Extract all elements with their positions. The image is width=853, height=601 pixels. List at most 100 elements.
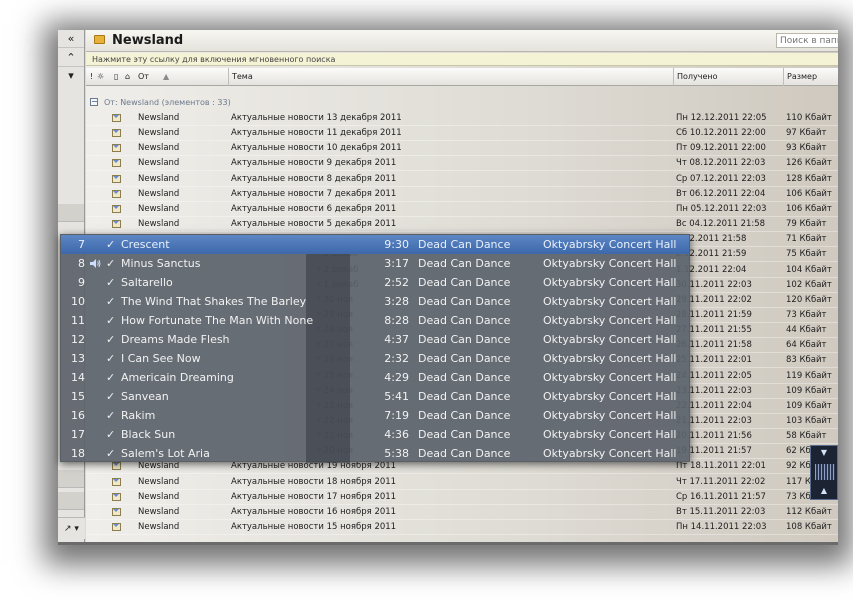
track-duration: 8:28 bbox=[384, 314, 409, 327]
track-artist: Dead Can Dance bbox=[418, 276, 511, 289]
track-checkbox[interactable]: ✓ bbox=[106, 349, 115, 368]
attachment-column-icon[interactable]: ⌂ bbox=[125, 72, 130, 81]
scroll-up-icon[interactable]: ▲ bbox=[817, 486, 831, 495]
track-title: Sanvean bbox=[121, 390, 169, 403]
track-artist: Dead Can Dance bbox=[418, 314, 511, 327]
volume-strip[interactable] bbox=[815, 464, 835, 480]
track-checkbox[interactable]: ✓ bbox=[106, 368, 115, 387]
track-title: Saltarello bbox=[121, 276, 173, 289]
message-received: Ср 16.11.2011 21:57 bbox=[676, 491, 766, 502]
configure-buttons-icon[interactable]: ↗ ▾ bbox=[58, 517, 85, 539]
track-checkbox[interactable]: ✓ bbox=[106, 330, 115, 349]
track-checkbox[interactable]: ✓ bbox=[106, 273, 115, 292]
track-album: Oktyabrsky Concert Hall bbox=[543, 390, 677, 403]
track-checkbox[interactable]: ✓ bbox=[106, 406, 115, 425]
track-duration: 7:19 bbox=[384, 409, 409, 422]
track-title: Minus Sanctus bbox=[121, 257, 201, 270]
track-checkbox[interactable]: ✓ bbox=[106, 235, 115, 254]
message-row[interactable]: Newsland Актуальные новости 5 декабря 201… bbox=[86, 217, 838, 233]
envelope-icon bbox=[112, 204, 121, 213]
track-artist: Dead Can Dance bbox=[418, 428, 511, 441]
nav-pane-item[interactable] bbox=[58, 204, 84, 222]
message-received: Пн 14.11.2011 22:03 bbox=[676, 522, 767, 533]
importance-column-icon[interactable]: ! bbox=[90, 72, 93, 81]
message-row[interactable]: Newsland Актуальные новости 17 ноября 201… bbox=[86, 490, 838, 505]
playlist-track-row[interactable]: 10 ✓ The Wind That Shakes The Barley 3:28 De… bbox=[61, 292, 689, 311]
search-input[interactable] bbox=[776, 33, 838, 48]
message-received: Ср 07.12.2011 22:03 bbox=[676, 173, 766, 184]
track-checkbox[interactable]: ✓ bbox=[106, 311, 115, 330]
playlist-track-row[interactable]: 7 ✓ Crescent 9:30 Dead Can Dance Oktyabrsky C… bbox=[61, 235, 689, 254]
track-album: Oktyabrsky Concert Hall bbox=[543, 314, 677, 327]
nav-up-button[interactable]: ⌃ bbox=[58, 49, 84, 67]
message-row[interactable]: Newsland Актуальные новости 8 декабря 201… bbox=[86, 172, 838, 187]
message-subject: Актуальные новости 10 декабря 2011 bbox=[231, 143, 402, 154]
track-checkbox[interactable]: ✓ bbox=[106, 254, 115, 273]
column-separator[interactable] bbox=[673, 68, 674, 86]
column-received[interactable]: Получено bbox=[677, 72, 718, 81]
envelope-icon bbox=[112, 129, 121, 138]
type-column-icon[interactable]: ▯ bbox=[114, 72, 118, 81]
message-row[interactable]: Newsland Актуальные новости 10 декабря 20… bbox=[86, 141, 838, 157]
envelope-icon bbox=[112, 492, 121, 501]
track-duration: 4:37 bbox=[384, 333, 409, 346]
track-checkbox[interactable]: ✓ bbox=[106, 425, 115, 444]
reminder-column-icon[interactable]: ☼ bbox=[97, 72, 104, 81]
track-artist: Dead Can Dance bbox=[418, 333, 511, 346]
playlist-track-row[interactable]: 8 ✓ Minus Sanctus 3:17 Dead Can Dance Oktyabr… bbox=[61, 254, 689, 273]
playlist-track-row[interactable]: 12 ✓ Dreams Made Flesh 4:37 Dead Can Dance Ok… bbox=[61, 330, 689, 349]
scroll-down-icon[interactable]: ▼ bbox=[817, 448, 831, 457]
message-subject: Актуальные новости 7 декабря 2011 bbox=[231, 188, 397, 199]
message-row[interactable]: Newsland Актуальные новости 18 ноября 201… bbox=[86, 475, 838, 490]
collapse-nav-button[interactable]: « bbox=[58, 30, 84, 48]
track-duration: 2:32 bbox=[384, 352, 409, 365]
column-from[interactable]: От bbox=[138, 72, 149, 81]
message-row[interactable]: Newsland Актуальные новости 7 декабря 201… bbox=[86, 187, 838, 202]
message-size: 102 Кбайт bbox=[786, 279, 832, 290]
message-size: 83 Кбайт bbox=[786, 355, 827, 366]
column-separator[interactable] bbox=[783, 68, 784, 86]
message-row[interactable]: Newsland Актуальные новости 13 декабря 20… bbox=[86, 111, 838, 126]
column-separator[interactable] bbox=[228, 68, 229, 86]
playlist-track-row[interactable]: 11 ✓ How Fortunate The Man With None 8:28 De… bbox=[61, 311, 689, 330]
message-row[interactable]: Newsland Актуальные новости 15 ноября 201… bbox=[86, 520, 838, 536]
folder-title: Newsland bbox=[112, 33, 184, 48]
playlist-track-row[interactable]: 17 ✓ Black Sun 4:36 Dead Can Dance Oktyabrsky… bbox=[61, 425, 689, 444]
track-album: Oktyabrsky Concert Hall bbox=[543, 371, 677, 384]
column-size[interactable]: Размер bbox=[787, 72, 817, 81]
message-size: 104 Кбайт bbox=[786, 264, 832, 275]
group-header[interactable]: − От: Newsland (элементов : 33) bbox=[86, 96, 838, 109]
message-received: Чт 17.11.2011 22:02 bbox=[676, 476, 766, 487]
track-checkbox[interactable]: ✓ bbox=[106, 292, 115, 311]
playlist-track-row[interactable]: 9 ✓ Saltarello 2:52 Dead Can Dance Oktyabrsky… bbox=[61, 273, 689, 292]
message-row[interactable]: Newsland Актуальные новости 9 декабря 201… bbox=[86, 156, 838, 172]
message-size: 58 Кбайт bbox=[786, 431, 827, 442]
music-playlist-overlay: 7 ✓ Crescent 9:30 Dead Can Dance Oktyabrsky C… bbox=[60, 234, 690, 463]
collapse-group-icon[interactable]: − bbox=[90, 98, 98, 106]
playlist-track-row[interactable]: 15 ✓ Sanvean 5:41 Dead Can Dance Oktyabrsky C… bbox=[61, 387, 689, 406]
playlist-track-row[interactable]: 16 ✓ Rakim 7:19 Dead Can Dance Oktyabrsky Con… bbox=[61, 406, 689, 425]
message-subject: Актуальные новости 15 ноября 2011 bbox=[231, 522, 397, 533]
track-album: Oktyabrsky Concert Hall bbox=[543, 257, 677, 270]
track-checkbox[interactable]: ✓ bbox=[106, 444, 115, 463]
nav-pane-item[interactable] bbox=[58, 492, 84, 510]
playlist-track-row[interactable]: 18 ✓ Salem's Lot Aria 5:38 Dead Can Dance Okt… bbox=[61, 444, 689, 463]
message-subject: Актуальные новости 11 декабря 2011 bbox=[231, 128, 402, 139]
nav-down-button[interactable]: ▾ bbox=[58, 67, 84, 85]
instant-search-link[interactable]: Нажмите эту ссылку для включения мгновен… bbox=[86, 53, 838, 66]
playlist-track-row[interactable]: 13 ✓ I Can See Now 2:32 Dead Can Dance Oktyab… bbox=[61, 349, 689, 368]
track-artist: Dead Can Dance bbox=[418, 409, 511, 422]
nav-pane-item[interactable] bbox=[58, 470, 84, 488]
message-from: Newsland bbox=[138, 476, 180, 487]
column-subject[interactable]: Тема bbox=[232, 72, 253, 81]
track-title: Crescent bbox=[121, 238, 170, 251]
track-artist: Dead Can Dance bbox=[418, 371, 511, 384]
track-album: Oktyabrsky Concert Hall bbox=[543, 409, 677, 422]
track-checkbox[interactable]: ✓ bbox=[106, 387, 115, 406]
mini-player-control[interactable]: ▼ ▲ bbox=[810, 445, 838, 500]
envelope-icon bbox=[112, 477, 121, 486]
message-row[interactable]: Newsland Актуальные новости 11 декабря 20… bbox=[86, 126, 838, 142]
playlist-track-row[interactable]: 14 ✓ Americain Dreaming 4:29 Dead Can Dance O… bbox=[61, 368, 689, 387]
message-row[interactable]: Newsland Актуальные новости 6 декабря 201… bbox=[86, 202, 838, 217]
message-row[interactable]: Newsland Актуальные новости 16 ноября 201… bbox=[86, 505, 838, 520]
